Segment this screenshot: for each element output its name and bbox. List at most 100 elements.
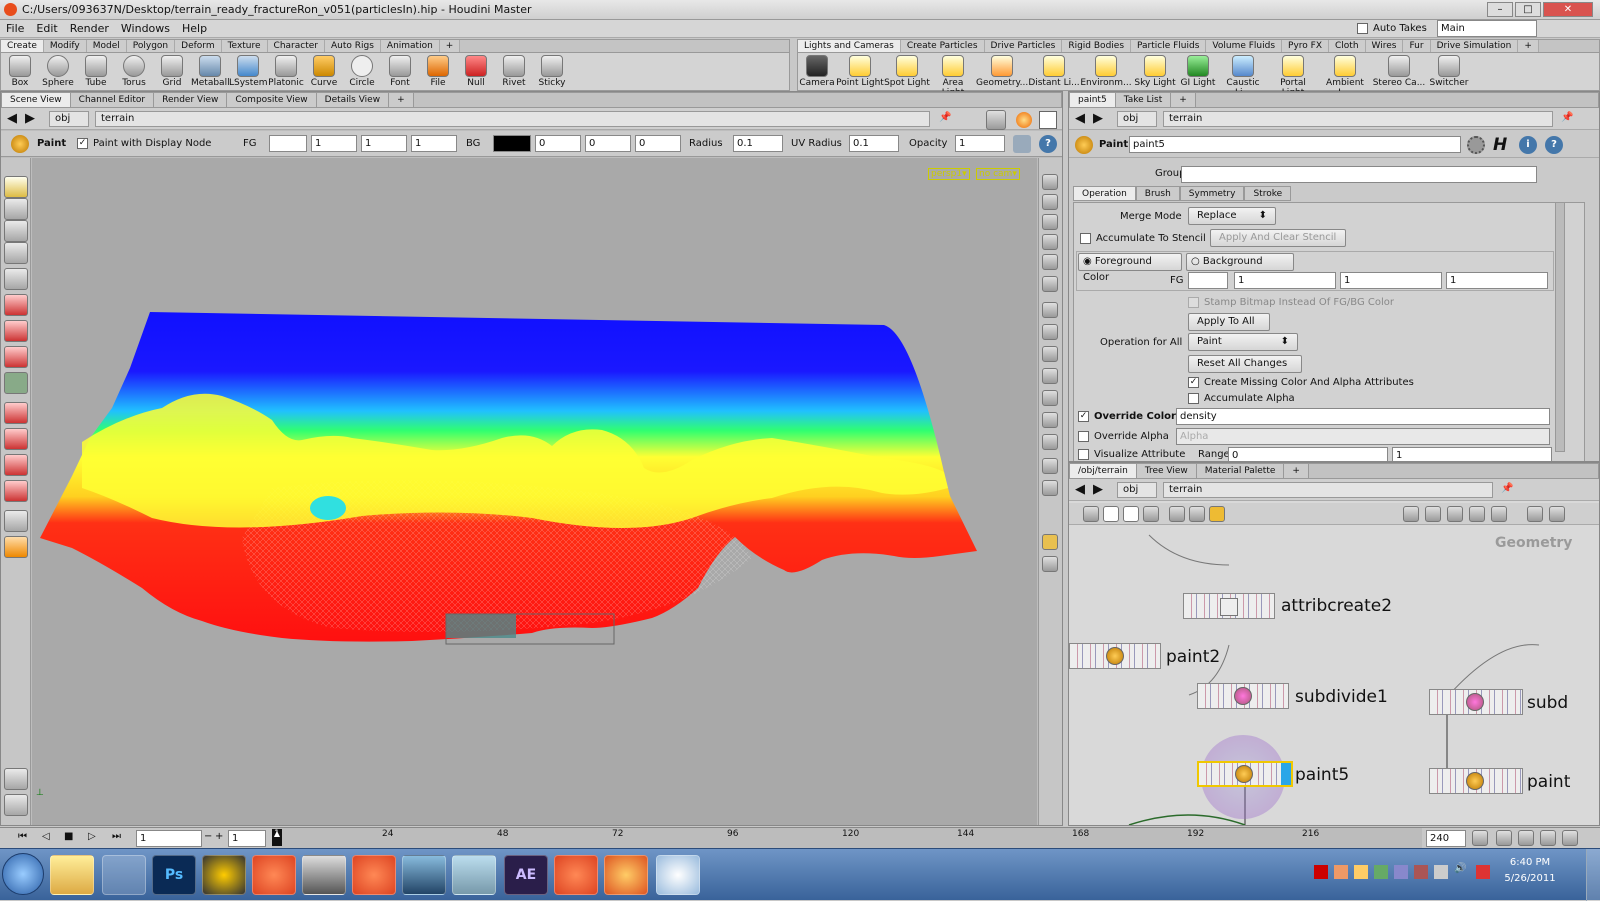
wire-icon[interactable] — [1189, 506, 1205, 522]
notes-icon[interactable] — [452, 855, 496, 895]
tab-composite-view[interactable]: Composite View — [227, 93, 317, 107]
tab-operation[interactable]: Operation — [1073, 186, 1136, 201]
pin-icon[interactable]: 📌 — [1561, 112, 1573, 123]
pose-icon[interactable] — [4, 402, 28, 424]
tool-settings-icon[interactable] — [1013, 135, 1031, 153]
shelf-tab-wires[interactable]: Wires — [1365, 40, 1404, 52]
node-subdivide1[interactable] — [1197, 683, 1289, 709]
geometry-cube-icon[interactable] — [986, 110, 1006, 130]
tab-symmetry[interactable]: Symmetry — [1179, 186, 1245, 201]
network-tray-icon[interactable] — [1434, 865, 1448, 879]
operation-for-all-select[interactable]: Paint ⬍ — [1188, 333, 1298, 351]
node-subd[interactable] — [1429, 689, 1523, 715]
accumulate-alpha-checkbox[interactable] — [1188, 393, 1199, 404]
shelf-tab-modify[interactable]: Modify — [43, 40, 87, 52]
tab-render-view[interactable]: Render View — [154, 93, 228, 107]
gear-icon[interactable] — [1467, 136, 1485, 154]
background-color-radio[interactable]: ○ Background Color — [1186, 253, 1294, 283]
scope-icon[interactable] — [1562, 830, 1578, 846]
path-terrain[interactable]: terrain — [1163, 482, 1493, 498]
realtime-icon[interactable] — [1496, 830, 1512, 846]
radius-field[interactable]: 0.1 — [733, 135, 783, 152]
select-arrow-icon[interactable] — [4, 268, 28, 290]
smooth-tool-icon[interactable] — [4, 220, 28, 242]
bg-g-field[interactable]: 0 — [585, 135, 631, 152]
shelf-tab-animation[interactable]: Animation — [380, 40, 440, 52]
foreground-color-radio[interactable]: ◉ Foreground Color — [1078, 253, 1182, 283]
menu-file[interactable]: File — [0, 20, 30, 37]
node-paint[interactable] — [1429, 768, 1523, 794]
rotate-icon[interactable] — [4, 320, 28, 342]
auto-takes-checkbox[interactable] — [1357, 23, 1368, 34]
shelf-tab-create-particles[interactable]: Create Particles — [900, 40, 985, 52]
align-icon[interactable] — [1403, 506, 1419, 522]
magnet-2-icon[interactable] — [4, 454, 28, 476]
shelf-tab-pyro-fx[interactable]: Pyro FX — [1282, 40, 1330, 52]
tray-icon-3[interactable] — [1354, 865, 1368, 879]
houdini-icon[interactable] — [252, 855, 296, 895]
pin-icon[interactable]: 📌 — [939, 112, 951, 123]
create-missing-checkbox[interactable]: ✓ — [1188, 377, 1199, 388]
menu-help[interactable]: Help — [176, 20, 213, 37]
shelf-tab-create[interactable]: Create — [1, 40, 44, 52]
display-mode-icon[interactable] — [1042, 174, 1058, 190]
prim-numbers-icon[interactable] — [1042, 368, 1058, 384]
maya-icon[interactable] — [302, 855, 346, 895]
bg-swatch[interactable] — [493, 135, 531, 152]
timeline-track[interactable]: ▲ 1 24 48 72 96 120 144 168 192 216 — [272, 828, 1422, 848]
eyedropper-tool-icon[interactable] — [4, 198, 28, 220]
after-effects-icon[interactable]: AE — [504, 855, 548, 895]
wireframe-icon[interactable] — [1042, 276, 1058, 292]
lighting-icon[interactable] — [1042, 214, 1058, 230]
override-alpha-checkbox[interactable] — [1078, 431, 1089, 442]
shelf-tab-deform[interactable]: Deform — [175, 40, 222, 52]
shelf-tab-polygon[interactable]: Polygon — [126, 40, 176, 52]
shelf-tab-rigid-bodies[interactable]: Rigid Bodies — [1062, 40, 1132, 52]
start-button[interactable] — [2, 853, 44, 895]
step-back-icon[interactable]: ◁ — [42, 831, 50, 842]
node-attribcreate2[interactable] — [1183, 593, 1275, 619]
handle-icon[interactable] — [4, 372, 28, 394]
node-paint5[interactable] — [1197, 761, 1293, 787]
forward-arrow-icon[interactable]: ▶ — [25, 111, 35, 126]
tray-icon-4[interactable] — [1374, 865, 1388, 879]
erase-tool-icon[interactable] — [4, 242, 28, 264]
add-shelf-tab-button[interactable]: + — [1518, 40, 1539, 52]
close-button[interactable]: ✕ — [1543, 2, 1593, 17]
apply-to-all-button[interactable]: Apply To All — [1188, 313, 1270, 331]
scale-icon[interactable] — [4, 346, 28, 368]
back-arrow-icon[interactable]: ◀ — [7, 111, 17, 126]
background-toggle-icon[interactable] — [1039, 111, 1057, 129]
render-sphere-icon[interactable] — [1016, 112, 1032, 128]
add-pane-tab-button[interactable]: + — [1171, 93, 1196, 107]
shelf-tab-particle-fluids[interactable]: Particle Fluids — [1131, 40, 1207, 52]
param-scrollbar[interactable] — [1555, 202, 1565, 452]
frame-plus-icon[interactable]: + — [215, 831, 223, 842]
show-desktop-button[interactable] — [1586, 849, 1600, 901]
forward-arrow-icon[interactable]: ▶ — [1093, 482, 1103, 497]
reset-all-changes-button[interactable]: Reset All Changes — [1188, 355, 1302, 373]
image-icon[interactable] — [1169, 506, 1185, 522]
snap-icon[interactable] — [4, 768, 28, 790]
end-frame-field[interactable]: 240 — [1426, 830, 1466, 847]
fg-swatch[interactable] — [269, 135, 307, 152]
frame-icon[interactable] — [1549, 506, 1565, 522]
fg-b-field[interactable]: 1 — [1446, 272, 1548, 289]
explorer-icon[interactable] — [50, 855, 94, 895]
path-terrain[interactable]: terrain — [1163, 111, 1553, 127]
override-color-checkbox[interactable]: ✓ — [1078, 411, 1089, 422]
render-region-icon[interactable] — [4, 536, 28, 558]
fg-swatch[interactable] — [1188, 272, 1228, 289]
add-pane-tab-button[interactable]: + — [1284, 464, 1309, 478]
3d-viewport[interactable]: persp1▾ no cam▾ ⊥ — [32, 158, 1037, 825]
sticky-note-icon[interactable] — [1103, 506, 1119, 522]
maximize-button[interactable]: □ — [1515, 2, 1541, 17]
back-arrow-icon[interactable]: ◀ — [1075, 111, 1085, 126]
volume-tray-icon[interactable]: 🔊 — [1454, 863, 1466, 874]
tray-icon-5[interactable] — [1394, 865, 1408, 879]
terrain-mesh[interactable] — [32, 158, 1037, 825]
shelf-tab-model[interactable]: Model — [86, 40, 127, 52]
bg-b-field[interactable]: 0 — [635, 135, 681, 152]
fg-b-field[interactable]: 1 — [411, 135, 457, 152]
shelf-tab-drive-simulation[interactable]: Drive Simulation — [1430, 40, 1519, 52]
